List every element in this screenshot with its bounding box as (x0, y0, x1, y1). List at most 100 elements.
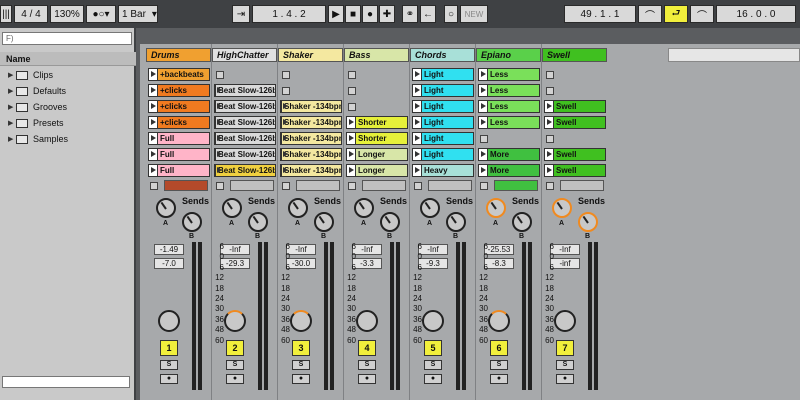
track-activator-button[interactable]: 7 (556, 340, 574, 356)
clip-slot[interactable]: Beat Slow-126bp (214, 164, 276, 177)
clip-launch-icon[interactable] (281, 133, 288, 144)
clip-launch-icon[interactable] (413, 85, 422, 96)
folder-grooves[interactable]: ▶ Grooves (8, 100, 67, 114)
track-stop-icon[interactable] (348, 182, 356, 190)
clip-launch-icon[interactable] (347, 149, 356, 160)
loop-switch-button[interactable]: ⮐ (664, 5, 688, 23)
solo-button[interactable]: S (160, 360, 178, 370)
clip-slot[interactable]: Less (478, 116, 540, 129)
send-b-knob[interactable] (380, 212, 400, 232)
pan-knob[interactable] (158, 310, 180, 332)
clip-launch-icon[interactable] (413, 101, 422, 112)
clip-slot[interactable]: More (478, 164, 540, 177)
clip-launch-icon[interactable] (149, 101, 158, 112)
solo-button[interactable]: S (358, 360, 376, 370)
arm-record-button[interactable]: ● (358, 374, 376, 384)
track-title[interactable]: Chords (410, 48, 475, 62)
clip-slot[interactable]: More (478, 148, 540, 161)
clip-launch-icon[interactable] (545, 165, 554, 176)
clip-launch-icon[interactable] (149, 117, 158, 128)
clip-launch-icon[interactable] (215, 85, 222, 96)
clip-slot[interactable]: Shaker -134bpm (280, 100, 342, 113)
clip-launch-icon[interactable] (215, 165, 222, 176)
capture-button[interactable]: ○ (444, 5, 458, 23)
clip-slot[interactable]: Light (412, 84, 474, 97)
clip-launch-icon[interactable] (413, 149, 422, 160)
arm-record-button[interactable]: ● (424, 374, 442, 384)
track-stop-icon[interactable] (480, 182, 488, 190)
clip-slot[interactable]: Light (412, 68, 474, 81)
folder-defaults[interactable]: ▶ Defaults (8, 84, 66, 98)
pan-knob[interactable] (224, 310, 246, 332)
solo-button[interactable]: S (424, 360, 442, 370)
clip-slot[interactable]: +clicks (148, 100, 210, 113)
clip-launch-icon[interactable] (479, 85, 488, 96)
clip-launch-icon[interactable] (215, 149, 222, 160)
send-b-knob[interactable] (182, 212, 202, 232)
clip-slot[interactable]: Less (478, 100, 540, 113)
send-a-knob[interactable] (420, 198, 440, 218)
clip-stop-icon[interactable] (546, 135, 554, 143)
back-to-arrangement-button[interactable]: ← (420, 5, 436, 23)
track-title[interactable]: Drums (146, 48, 211, 62)
clip-slot[interactable]: Less (478, 68, 540, 81)
clip-slot[interactable]: Shorter (346, 132, 408, 145)
arm-record-button[interactable]: ● (160, 374, 178, 384)
clip-slot[interactable]: Shaker -134bpm (280, 116, 342, 129)
automation-arm-button[interactable]: ⚭ (402, 5, 418, 23)
master-track-header[interactable] (668, 48, 800, 62)
solo-button[interactable]: S (226, 360, 244, 370)
clip-slot[interactable]: Shorter (346, 116, 408, 129)
folder-presets[interactable]: ▶ Presets (8, 116, 64, 130)
track-activator-button[interactable]: 2 (226, 340, 244, 356)
folder-samples[interactable]: ▶ Samples (8, 132, 68, 146)
clip-stop-icon[interactable] (282, 87, 290, 95)
track-volume-field[interactable]: -inf (550, 258, 580, 269)
send-b-knob[interactable] (314, 212, 334, 232)
track-activator-button[interactable]: 5 (424, 340, 442, 356)
tap-button[interactable]: ||| (0, 5, 12, 23)
clip-slot[interactable]: Light (412, 100, 474, 113)
clip-slot[interactable]: Full (148, 164, 210, 177)
track-activator-button[interactable]: 1 (160, 340, 178, 356)
zoom-field[interactable]: 130% (50, 5, 84, 23)
clip-launch-icon[interactable] (215, 117, 222, 128)
clip-launch-icon[interactable] (347, 165, 356, 176)
clip-launch-icon[interactable] (149, 69, 158, 80)
pan-knob[interactable] (290, 310, 312, 332)
clip-slot[interactable]: Light (412, 116, 474, 129)
browser-search-input[interactable]: F) (2, 32, 132, 45)
track-title[interactable]: Swell (542, 48, 607, 62)
track-volume-field[interactable]: -29.3 (220, 258, 250, 269)
clip-launch-icon[interactable] (479, 69, 488, 80)
punch-out-button[interactable]: ⌒ (690, 5, 714, 23)
clip-launch-icon[interactable] (215, 133, 222, 144)
clip-stop-icon[interactable] (348, 71, 356, 79)
pan-knob[interactable] (356, 310, 378, 332)
arm-record-button[interactable]: ● (292, 374, 310, 384)
record-button[interactable]: ● (362, 5, 378, 23)
overdub-button[interactable]: ✚ (379, 5, 395, 23)
clip-slot[interactable]: Beat Slow-126bp (214, 84, 276, 97)
clip-slot[interactable]: Shaker -134bpm (280, 132, 342, 145)
clip-launch-icon[interactable] (413, 133, 422, 144)
clip-launch-icon[interactable] (413, 117, 422, 128)
clip-slot[interactable]: Beat Slow-126bp (214, 132, 276, 145)
clip-launch-icon[interactable] (413, 165, 422, 176)
clip-launch-icon[interactable] (215, 101, 222, 112)
clip-launch-icon[interactable] (347, 117, 356, 128)
clip-slot[interactable]: Heavy (412, 164, 474, 177)
clip-slot[interactable]: Full (148, 132, 210, 145)
solo-button[interactable]: S (556, 360, 574, 370)
send-a-knob[interactable] (354, 198, 374, 218)
clip-launch-icon[interactable] (479, 165, 488, 176)
send-b-knob[interactable] (578, 212, 598, 232)
clip-slot[interactable]: Shaker -134bpm (280, 164, 342, 177)
clip-launch-icon[interactable] (149, 85, 158, 96)
track-stop-icon[interactable] (414, 182, 422, 190)
track-stop-icon[interactable] (150, 182, 158, 190)
track-title[interactable]: Shaker (278, 48, 343, 62)
send-b-knob[interactable] (446, 212, 466, 232)
clip-launch-icon[interactable] (347, 133, 356, 144)
clip-stop-icon[interactable] (546, 87, 554, 95)
